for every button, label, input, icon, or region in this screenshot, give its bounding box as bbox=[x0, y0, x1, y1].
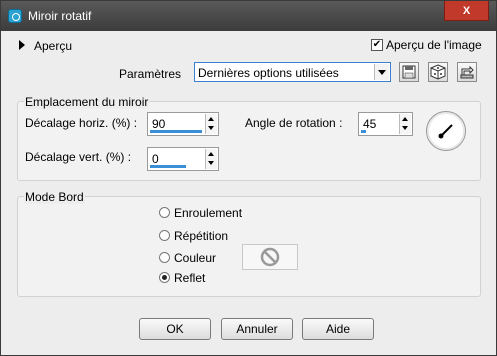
down-arrow-icon[interactable] bbox=[208, 161, 214, 165]
h-offset-spinner[interactable]: 90 bbox=[147, 112, 219, 136]
up-arrow-icon[interactable] bbox=[208, 152, 214, 156]
dialog-window: Miroir rotatif X Aperçu ✔ Aperçu de l'im… bbox=[0, 0, 497, 356]
preview-image-label[interactable]: Aperçu de l'image bbox=[386, 38, 482, 52]
title-bar[interactable]: Miroir rotatif X bbox=[1, 1, 496, 31]
parametres-label: Paramètres bbox=[119, 67, 182, 81]
dice-icon bbox=[430, 64, 446, 80]
h-offset-arrows[interactable] bbox=[205, 114, 217, 134]
dial-needle-icon bbox=[438, 124, 453, 139]
ok-button[interactable]: OK bbox=[139, 318, 211, 340]
radio-couleur[interactable] bbox=[159, 252, 170, 263]
save-preset-button[interactable] bbox=[399, 62, 419, 82]
radio-label-couleur[interactable]: Couleur bbox=[174, 251, 216, 265]
apercu-label[interactable]: Aperçu bbox=[34, 39, 72, 53]
radio-repetition[interactable] bbox=[159, 230, 170, 241]
angle-slider[interactable] bbox=[361, 130, 366, 133]
angle-dial[interactable] bbox=[426, 111, 466, 151]
h-offset-value[interactable]: 90 bbox=[152, 117, 165, 131]
save-icon bbox=[402, 65, 416, 79]
radio-reflet[interactable] bbox=[159, 272, 170, 283]
h-offset-slider[interactable] bbox=[150, 130, 202, 133]
up-arrow-icon[interactable] bbox=[208, 117, 214, 121]
v-offset-arrows[interactable] bbox=[205, 149, 217, 169]
up-arrow-icon[interactable] bbox=[402, 117, 408, 121]
angle-spinner[interactable]: 45 bbox=[358, 112, 413, 136]
preset-value: Dernières options utilisées bbox=[198, 66, 339, 80]
v-offset-spinner[interactable]: 0 bbox=[147, 147, 219, 171]
angle-label: Angle de rotation : bbox=[245, 116, 343, 130]
radio-label-reflet[interactable]: Reflet bbox=[174, 271, 205, 285]
v-offset-value[interactable]: 0 bbox=[152, 152, 159, 166]
expand-arrow-icon[interactable] bbox=[19, 40, 25, 50]
preset-dropdown[interactable]: Dernières options utilisées bbox=[194, 62, 391, 82]
no-color-icon bbox=[260, 247, 280, 267]
dropdown-arrow[interactable] bbox=[374, 64, 389, 80]
preview-image-checkbox[interactable]: ✔ bbox=[371, 39, 383, 51]
down-arrow-icon[interactable] bbox=[208, 126, 214, 130]
random-button[interactable] bbox=[428, 62, 448, 82]
angle-arrows[interactable] bbox=[399, 114, 411, 134]
window-title: Miroir rotatif bbox=[28, 9, 92, 23]
chevron-down-icon bbox=[378, 70, 386, 75]
radio-label-enroulement[interactable]: Enroulement bbox=[174, 206, 242, 220]
angle-value[interactable]: 45 bbox=[363, 117, 376, 131]
cancel-button[interactable]: Annuler bbox=[221, 318, 293, 340]
v-offset-slider[interactable] bbox=[150, 165, 186, 168]
edge-group-legend: Mode Bord bbox=[24, 190, 85, 204]
reset-icon bbox=[460, 65, 474, 79]
color-swatch[interactable] bbox=[242, 244, 298, 270]
help-button[interactable]: Aide bbox=[302, 318, 374, 340]
reset-button[interactable] bbox=[457, 62, 477, 82]
mirror-group-legend: Emplacement du miroir bbox=[24, 95, 150, 109]
radio-enroulement[interactable] bbox=[159, 207, 170, 218]
close-button[interactable]: X bbox=[444, 1, 489, 21]
check-icon: ✔ bbox=[372, 39, 382, 50]
v-offset-label: Décalage vert. (%) : bbox=[25, 150, 132, 164]
radio-label-repetition[interactable]: Répétition bbox=[174, 229, 228, 243]
down-arrow-icon[interactable] bbox=[402, 126, 408, 130]
h-offset-label: Décalage horiz. (%) : bbox=[25, 116, 138, 130]
app-icon bbox=[8, 9, 22, 23]
